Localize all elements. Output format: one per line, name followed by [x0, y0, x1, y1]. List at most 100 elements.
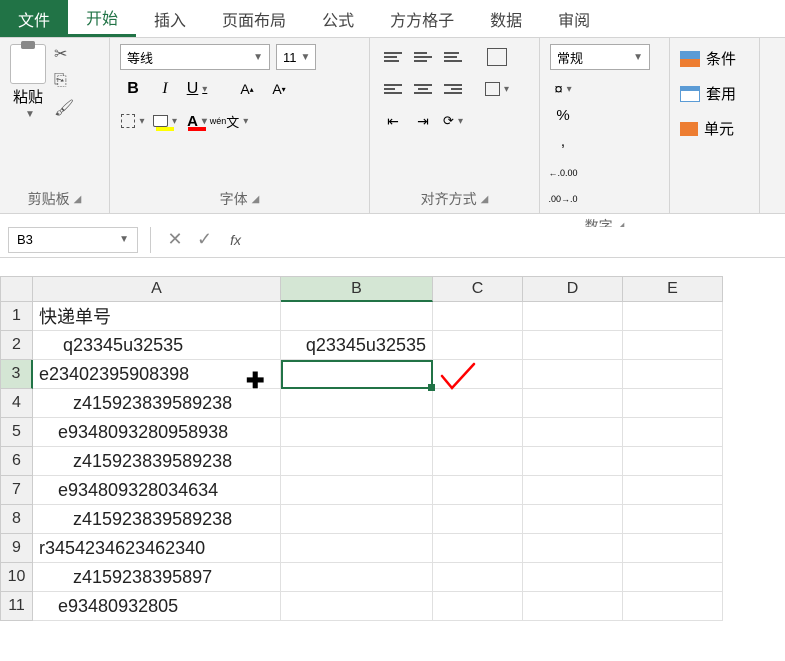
- row-header-6[interactable]: 6: [0, 447, 33, 476]
- decrease-font-button[interactable]: A▾: [266, 76, 292, 102]
- formula-input[interactable]: [249, 227, 785, 253]
- cell-B4[interactable]: [281, 389, 433, 418]
- font-name-combo[interactable]: 等线 ▼: [120, 44, 270, 70]
- cell-A3[interactable]: e23402395908398: [33, 360, 281, 389]
- enter-formula-icon[interactable]: ✓: [197, 229, 212, 250]
- decrease-decimal-button[interactable]: .00→.0: [550, 186, 576, 212]
- cell-C3[interactable]: [433, 360, 523, 389]
- align-right-button[interactable]: [440, 76, 466, 102]
- cell-E4[interactable]: [623, 389, 723, 418]
- cell-E6[interactable]: [623, 447, 723, 476]
- cell-D1[interactable]: [523, 302, 623, 331]
- row-header-9[interactable]: 9: [0, 534, 33, 563]
- column-header-C[interactable]: C: [433, 276, 523, 302]
- cell-D8[interactable]: [523, 505, 623, 534]
- name-box[interactable]: B3 ▼: [8, 227, 138, 253]
- tab-review[interactable]: 审阅: [540, 0, 608, 37]
- tab-fangfang[interactable]: 方方格子: [372, 0, 472, 37]
- cell-C2[interactable]: [433, 331, 523, 360]
- cell-D3[interactable]: [523, 360, 623, 389]
- row-header-10[interactable]: 10: [0, 563, 33, 592]
- merge-center-button[interactable]: ▾: [484, 76, 510, 102]
- cell-E10[interactable]: [623, 563, 723, 592]
- cell-C6[interactable]: [433, 447, 523, 476]
- align-center-button[interactable]: [410, 76, 436, 102]
- cell-E1[interactable]: [623, 302, 723, 331]
- cell-A9[interactable]: r3454234623462340: [33, 534, 281, 563]
- column-header-B[interactable]: B: [281, 276, 433, 302]
- cell-C7[interactable]: [433, 476, 523, 505]
- fill-color-button[interactable]: ▾: [152, 108, 178, 134]
- cell-D5[interactable]: [523, 418, 623, 447]
- cell-C11[interactable]: [433, 592, 523, 621]
- cell-E11[interactable]: [623, 592, 723, 621]
- cell-C1[interactable]: [433, 302, 523, 331]
- number-format-combo[interactable]: 常规 ▼: [550, 44, 650, 70]
- cell-B6[interactable]: [281, 447, 433, 476]
- cell-B9[interactable]: [281, 534, 433, 563]
- tab-formulas[interactable]: 公式: [304, 0, 372, 37]
- format-as-table-button[interactable]: 套用: [680, 79, 749, 108]
- percent-button[interactable]: %: [550, 102, 576, 128]
- cell-C8[interactable]: [433, 505, 523, 534]
- row-header-2[interactable]: 2: [0, 331, 33, 360]
- row-header-7[interactable]: 7: [0, 476, 33, 505]
- increase-decimal-button[interactable]: ←.0.00: [550, 160, 576, 186]
- align-top-button[interactable]: [380, 44, 406, 70]
- tab-home[interactable]: 开始: [68, 0, 136, 37]
- row-header-5[interactable]: 5: [0, 418, 33, 447]
- fx-icon[interactable]: fx: [230, 232, 241, 248]
- phonetic-button[interactable]: wén 文 ▾: [216, 108, 242, 134]
- cell-B11[interactable]: [281, 592, 433, 621]
- select-all-corner[interactable]: [0, 276, 33, 302]
- cell-B10[interactable]: [281, 563, 433, 592]
- conditional-formatting-button[interactable]: 条件: [680, 44, 749, 73]
- cell-C5[interactable]: [433, 418, 523, 447]
- orientation-button[interactable]: ⟳▾: [440, 108, 466, 134]
- paste-button[interactable]: 粘贴 ▼: [10, 44, 46, 120]
- cell-A11[interactable]: e93480932805: [33, 592, 281, 621]
- column-header-A[interactable]: A: [33, 276, 281, 302]
- comma-style-button[interactable]: ,: [550, 128, 576, 154]
- cell-D2[interactable]: [523, 331, 623, 360]
- cell-A6[interactable]: z415923839589238: [33, 447, 281, 476]
- tab-page-layout[interactable]: 页面布局: [204, 0, 304, 37]
- increase-font-button[interactable]: A▴: [234, 76, 260, 102]
- cell-C4[interactable]: [433, 389, 523, 418]
- cell-D4[interactable]: [523, 389, 623, 418]
- cell-E9[interactable]: [623, 534, 723, 563]
- align-bottom-button[interactable]: [440, 44, 466, 70]
- column-header-D[interactable]: D: [523, 276, 623, 302]
- cell-B1[interactable]: [281, 302, 433, 331]
- align-left-button[interactable]: [380, 76, 406, 102]
- cell-C10[interactable]: [433, 563, 523, 592]
- fill-handle[interactable]: [428, 384, 435, 391]
- row-header-11[interactable]: 11: [0, 592, 33, 621]
- cell-D10[interactable]: [523, 563, 623, 592]
- align-middle-button[interactable]: [410, 44, 436, 70]
- column-header-E[interactable]: E: [623, 276, 723, 302]
- row-header-3[interactable]: 3: [0, 360, 33, 389]
- border-button[interactable]: ▾: [120, 108, 146, 134]
- cell-A8[interactable]: z415923839589238: [33, 505, 281, 534]
- cell-D9[interactable]: [523, 534, 623, 563]
- tab-insert[interactable]: 插入: [136, 0, 204, 37]
- cell-D7[interactable]: [523, 476, 623, 505]
- italic-button[interactable]: I: [152, 76, 178, 102]
- cell-styles-button[interactable]: 单元: [680, 114, 749, 143]
- row-header-1[interactable]: 1: [0, 302, 33, 331]
- cell-E8[interactable]: [623, 505, 723, 534]
- cell-B2[interactable]: q23345u32535: [281, 331, 433, 360]
- cell-D11[interactable]: [523, 592, 623, 621]
- cell-A4[interactable]: z415923839589238: [33, 389, 281, 418]
- font-color-button[interactable]: A▾: [184, 108, 210, 134]
- cancel-formula-icon[interactable]: ✕: [163, 229, 187, 250]
- format-painter-icon[interactable]: 🖌: [54, 98, 74, 118]
- cell-A2[interactable]: q23345u32535: [33, 331, 281, 360]
- decrease-indent-button[interactable]: ⇤: [380, 108, 406, 134]
- dialog-launcher-icon[interactable]: ◢: [74, 194, 82, 205]
- row-header-8[interactable]: 8: [0, 505, 33, 534]
- dialog-launcher-icon[interactable]: ◢: [252, 194, 260, 205]
- cell-B5[interactable]: [281, 418, 433, 447]
- cell-A1[interactable]: 快递单号: [33, 302, 281, 331]
